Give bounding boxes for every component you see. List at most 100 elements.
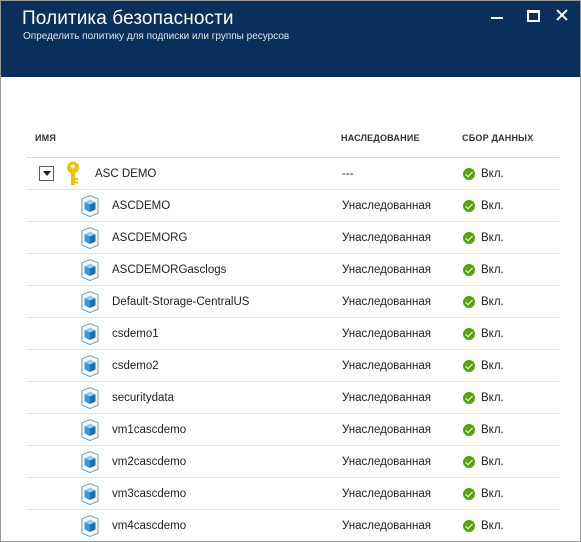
data-collection-status: Вкл. <box>481 199 504 212</box>
table-row[interactable]: csdemo2 Унаследованная Вкл. <box>26 350 559 382</box>
data-collection-status: Вкл. <box>481 519 504 532</box>
inheritance-cell: Унаследованная <box>342 231 431 244</box>
resource-group-name[interactable]: ASCDEMORG <box>112 232 187 244</box>
status-ok-icon <box>463 295 475 308</box>
data-collection-status: Вкл. <box>481 391 504 404</box>
data-collection-status: Вкл. <box>481 263 504 276</box>
subscription-name[interactable]: ASC DEMO <box>95 168 156 180</box>
security-policy-blade: Политика безопасности Определить политик… <box>0 0 581 542</box>
minimize-icon[interactable] <box>489 7 505 23</box>
status-ok-icon <box>463 391 475 404</box>
name-cell: csdemo2 <box>78 350 159 381</box>
table-row[interactable]: Default-Storage-CentralUS Унаследованная… <box>26 286 559 318</box>
inheritance-cell: --- <box>342 167 354 180</box>
status-ok-icon <box>463 327 475 340</box>
resource-group-cube-icon <box>81 290 99 313</box>
resource-group-cube-icon <box>81 354 99 377</box>
table-row[interactable]: vm2cascdemo Унаследованная Вкл. <box>26 446 559 478</box>
column-header-inheritance[interactable]: НАСЛЕДОВАНИЕ <box>341 133 420 143</box>
name-cell: ASCDEMORGasclogs <box>78 254 226 285</box>
inheritance-cell: Унаследованная <box>342 263 431 276</box>
resource-group-name[interactable]: csdemo1 <box>112 328 159 340</box>
resource-group-name[interactable]: securitydata <box>112 392 174 404</box>
table-row-parent[interactable]: ASC DEMO --- Вкл. <box>26 158 559 190</box>
data-collection-cell: Вкл. <box>463 158 504 189</box>
table-row[interactable]: csdemo1 Унаследованная Вкл. <box>26 318 559 350</box>
column-header-name[interactable]: ИМЯ <box>35 133 56 143</box>
resource-group-cube-icon <box>81 386 99 409</box>
resource-group-name[interactable]: ASCDEMO <box>112 200 170 212</box>
resource-group-name[interactable]: vm2cascdemo <box>112 456 186 468</box>
resource-group-name[interactable]: vm3cascdemo <box>112 488 186 500</box>
resource-group-cube-icon <box>81 194 99 217</box>
table-row[interactable]: vm3cascdemo Унаследованная Вкл. <box>26 478 559 510</box>
name-cell: vm2cascdemo <box>78 446 186 477</box>
resource-group-name[interactable]: ASCDEMORGasclogs <box>112 264 226 276</box>
name-cell: csdemo1 <box>78 318 159 349</box>
table-row[interactable]: vm4cascdemo Унаследованная Вкл. <box>26 510 559 541</box>
data-collection-status: Вкл. <box>481 487 504 500</box>
data-collection-status: Вкл. <box>481 167 504 180</box>
status-ok-icon <box>463 231 475 244</box>
data-collection-cell: Вкл. <box>463 286 504 317</box>
name-cell: vm1cascdemo <box>78 414 186 445</box>
close-icon[interactable] <box>554 7 570 23</box>
resource-group-cube-icon <box>81 482 99 505</box>
status-ok-icon <box>463 167 475 180</box>
inheritance-cell: Унаследованная <box>342 295 431 308</box>
name-cell: vm4cascdemo <box>78 510 186 541</box>
inheritance-cell: Унаследованная <box>342 423 431 436</box>
resource-group-name[interactable]: csdemo2 <box>112 360 159 372</box>
status-ok-icon <box>463 455 475 468</box>
status-ok-icon <box>463 487 475 500</box>
name-cell: securitydata <box>78 382 174 413</box>
data-collection-cell: Вкл. <box>463 350 504 381</box>
table-header: ИМЯ НАСЛЕДОВАНИЕ СБОР ДАННЫХ <box>26 121 559 158</box>
inheritance-cell: Унаследованная <box>342 359 431 372</box>
status-ok-icon <box>463 519 475 532</box>
data-collection-cell: Вкл. <box>463 446 504 477</box>
inheritance-cell: Унаследованная <box>342 391 431 404</box>
data-collection-cell: Вкл. <box>463 478 504 509</box>
name-cell: vm3cascdemo <box>78 478 186 509</box>
inheritance-cell: Унаследованная <box>342 327 431 340</box>
table-row[interactable]: ASCDEMORGasclogs Унаследованная Вкл. <box>26 254 559 286</box>
resource-group-cube-icon <box>81 450 99 473</box>
table-row[interactable]: vm1cascdemo Унаследованная Вкл. <box>26 414 559 446</box>
data-collection-status: Вкл. <box>481 455 504 468</box>
data-collection-cell: Вкл. <box>463 190 504 221</box>
inheritance-cell: Унаследованная <box>342 199 431 212</box>
data-collection-status: Вкл. <box>481 231 504 244</box>
resource-group-name[interactable]: vm4cascdemo <box>112 520 186 532</box>
blade-header: Политика безопасности Определить политик… <box>1 1 580 77</box>
data-collection-cell: Вкл. <box>463 382 504 413</box>
name-cell: ASCDEMORG <box>78 222 187 253</box>
data-collection-status: Вкл. <box>481 327 504 340</box>
status-ok-icon <box>463 359 475 372</box>
resource-group-name[interactable]: Default-Storage-CentralUS <box>112 296 249 308</box>
name-cell: ASCDEMO <box>78 190 170 221</box>
maximize-icon[interactable] <box>526 7 542 23</box>
status-ok-icon <box>463 263 475 276</box>
resource-group-name[interactable]: vm1cascdemo <box>112 424 186 436</box>
inheritance-cell: Унаследованная <box>342 487 431 500</box>
table-row[interactable]: ASCDEMO Унаследованная Вкл. <box>26 190 559 222</box>
column-header-data-collection[interactable]: СБОР ДАННЫХ <box>462 133 533 143</box>
table-row[interactable]: ASCDEMORG Унаследованная Вкл. <box>26 222 559 254</box>
data-collection-status: Вкл. <box>481 359 504 372</box>
collapse-toggle-icon[interactable] <box>39 166 54 181</box>
data-collection-cell: Вкл. <box>463 254 504 285</box>
inheritance-cell: Унаследованная <box>342 455 431 468</box>
resource-group-cube-icon <box>81 258 99 281</box>
policy-table: ИМЯ НАСЛЕДОВАНИЕ СБОР ДАННЫХ ASC DEMO --… <box>26 121 559 541</box>
blade-title: Политика безопасности <box>22 8 234 29</box>
status-ok-icon <box>463 199 475 212</box>
key-icon <box>67 161 79 185</box>
resource-group-cube-icon <box>81 226 99 249</box>
data-collection-status: Вкл. <box>481 295 504 308</box>
name-cell: Default-Storage-CentralUS <box>78 286 249 317</box>
data-collection-cell: Вкл. <box>463 414 504 445</box>
data-collection-cell: Вкл. <box>463 318 504 349</box>
data-collection-status: Вкл. <box>481 423 504 436</box>
table-row[interactable]: securitydata Унаследованная Вкл. <box>26 382 559 414</box>
